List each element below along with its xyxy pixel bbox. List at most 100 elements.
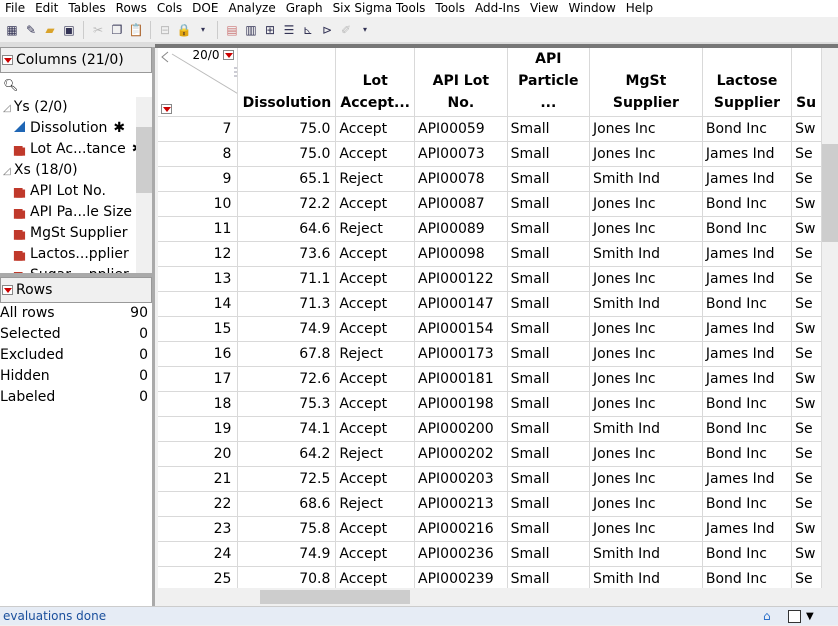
table-cell[interactable]: Jones Inc	[589, 392, 702, 417]
row-number[interactable]: 8	[158, 142, 238, 167]
column-list-item[interactable]: ▆▅Lot Ac...tance✱	[0, 139, 152, 160]
menu-help[interactable]: Help	[621, 0, 658, 17]
copy-icon[interactable]: ❐	[109, 22, 125, 38]
table-cell[interactable]: API000181	[415, 367, 508, 392]
table-cell[interactable]: API00089	[415, 217, 508, 242]
table-cell[interactable]: Bond Inc	[702, 217, 791, 242]
table-cell[interactable]: Se	[792, 442, 822, 467]
row-number[interactable]: 11	[158, 217, 238, 242]
table-cell[interactable]: API000216	[415, 517, 508, 542]
red-triangle-menu-icon[interactable]	[2, 55, 13, 65]
paste-icon[interactable]: 📋	[128, 22, 144, 38]
column-list-item[interactable]: ▆▅API Pa...le Size	[0, 202, 152, 223]
lock-icon[interactable]: 🔒	[176, 22, 192, 38]
table-cell[interactable]: 72.2	[238, 192, 336, 217]
table-cell[interactable]: API00078	[415, 167, 508, 192]
table-cell[interactable]: API000203	[415, 467, 508, 492]
table-cell[interactable]: Small	[507, 442, 589, 467]
table-cell[interactable]: 68.6	[238, 492, 336, 517]
table-cell[interactable]: James Ind	[702, 142, 791, 167]
table-cell[interactable]: Small	[507, 167, 589, 192]
table-cell[interactable]: Accept	[336, 192, 415, 217]
table-cell[interactable]: Bond Inc	[702, 567, 791, 589]
column-list-item[interactable]: ▆▅Lactos...pplier	[0, 244, 152, 265]
table-cell[interactable]: James Ind	[702, 242, 791, 267]
menu-file[interactable]: File	[0, 0, 30, 17]
table-row[interactable]: 2375.8AcceptAPI000216SmallJones IncJames…	[158, 517, 822, 542]
toolbar-overflow-icon[interactable]: ▾	[357, 22, 373, 38]
table-cell[interactable]: Small	[507, 492, 589, 517]
data-table-icon[interactable]: ▤	[224, 22, 240, 38]
table-cell[interactable]: Sw	[792, 317, 822, 342]
table-cell[interactable]: 75.0	[238, 142, 336, 167]
column-list-item[interactable]: ▆▅API Lot No.	[0, 181, 152, 202]
column-list-item[interactable]: ▆▅MgSt Supplier	[0, 223, 152, 244]
table-cell[interactable]: 74.9	[238, 317, 336, 342]
table-cell[interactable]: Accept	[336, 267, 415, 292]
table-cell[interactable]: 67.8	[238, 342, 336, 367]
home-icon[interactable]: ⌂	[763, 607, 771, 626]
dropdown-arrow-icon[interactable]: ▼	[806, 607, 814, 626]
table-cell[interactable]: 74.9	[238, 542, 336, 567]
column-group[interactable]: ◿ Ys (2/0)	[0, 97, 152, 118]
table-row[interactable]: 2570.8AcceptAPI000239SmallSmith IndBond …	[158, 567, 822, 589]
table-cell[interactable]: Small	[507, 567, 589, 589]
table-cell[interactable]: Small	[507, 467, 589, 492]
table-cell[interactable]: James Ind	[702, 317, 791, 342]
table-cell[interactable]: Smith Ind	[589, 167, 702, 192]
table-cell[interactable]: Small	[507, 192, 589, 217]
table-row[interactable]: 1371.1AcceptAPI000122SmallJones IncJames…	[158, 267, 822, 292]
row-number[interactable]: 23	[158, 517, 238, 542]
table-row[interactable]: 1072.2AcceptAPI00087SmallJones IncBond I…	[158, 192, 822, 217]
save-icon[interactable]: ▣	[61, 22, 77, 38]
settings-icon[interactable]: ⊟	[157, 22, 173, 38]
row-number[interactable]: 20	[158, 442, 238, 467]
table-cell[interactable]: Sw	[792, 367, 822, 392]
distribution-icon[interactable]: ☰	[281, 22, 297, 38]
table-cell[interactable]: Bond Inc	[702, 117, 791, 142]
new-script-icon[interactable]: ✎	[23, 22, 39, 38]
table-row[interactable]: 775.0AcceptAPI00059SmallJones IncBond In…	[158, 117, 822, 142]
menu-analyze[interactable]: Analyze	[223, 0, 280, 17]
table-cell[interactable]: Small	[507, 142, 589, 167]
row-number[interactable]: 10	[158, 192, 238, 217]
table-cell[interactable]: Jones Inc	[589, 142, 702, 167]
table-cell[interactable]: Se	[792, 492, 822, 517]
table-cell[interactable]: 75.0	[238, 117, 336, 142]
column-header[interactable]: Dissolution	[238, 48, 336, 117]
table-cell[interactable]: Sw	[792, 217, 822, 242]
row-number[interactable]: 13	[158, 267, 238, 292]
table-cell[interactable]: James Ind	[702, 167, 791, 192]
table-cell[interactable]: 75.8	[238, 517, 336, 542]
table-row[interactable]: 1164.6RejectAPI00089SmallJones IncBond I…	[158, 217, 822, 242]
table-cell[interactable]: Sw	[792, 517, 822, 542]
table-row[interactable]: 2064.2RejectAPI000202SmallJones IncBond …	[158, 442, 822, 467]
fit-model-icon[interactable]: ⊳	[319, 22, 335, 38]
table-cell[interactable]: Small	[507, 267, 589, 292]
table-row[interactable]: 2172.5AcceptAPI000203SmallJones IncJames…	[158, 467, 822, 492]
table-cell[interactable]: API00087	[415, 192, 508, 217]
table-cell[interactable]: Small	[507, 342, 589, 367]
table-cell[interactable]: Small	[507, 542, 589, 567]
table-cell[interactable]: Sw	[792, 542, 822, 567]
table-cell[interactable]: Bond Inc	[702, 392, 791, 417]
table-row[interactable]: 2268.6RejectAPI000213SmallJones IncBond …	[158, 492, 822, 517]
menu-tools[interactable]: Tools	[430, 0, 470, 17]
menu-cols[interactable]: Cols	[152, 0, 187, 17]
table-cell[interactable]: Small	[507, 117, 589, 142]
table-cell[interactable]: Se	[792, 417, 822, 442]
table-cell[interactable]: Jones Inc	[589, 342, 702, 367]
table-cell[interactable]: Se	[792, 467, 822, 492]
window-toggle-icon[interactable]	[788, 610, 801, 623]
table-cell[interactable]: 70.8	[238, 567, 336, 589]
table-cell[interactable]: Smith Ind	[589, 242, 702, 267]
table-cell[interactable]: Bond Inc	[702, 417, 791, 442]
table-corner[interactable]: 20/0	[158, 48, 238, 117]
column-list-scrollbar[interactable]	[136, 97, 152, 277]
menu-window[interactable]: Window	[563, 0, 620, 17]
table-cell[interactable]: Se	[792, 242, 822, 267]
table-cell[interactable]: Accept	[336, 242, 415, 267]
table-cell[interactable]: Small	[507, 217, 589, 242]
table-cell[interactable]: Accept	[336, 142, 415, 167]
table-cell[interactable]: Se	[792, 167, 822, 192]
